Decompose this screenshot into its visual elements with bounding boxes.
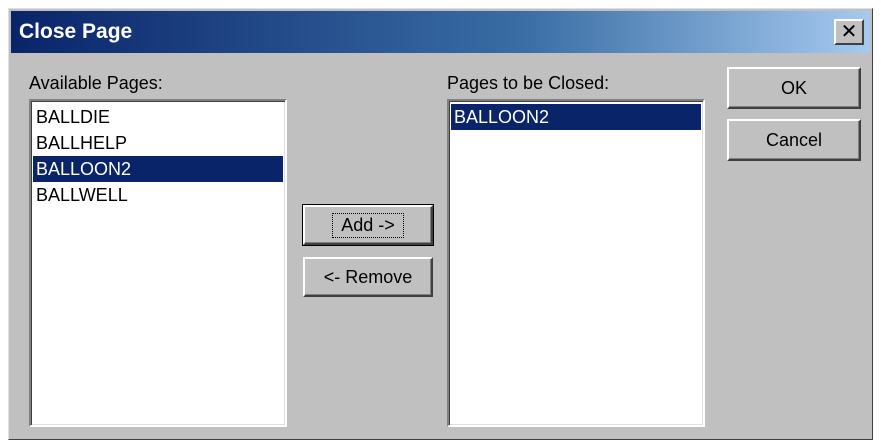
available-pages-label: Available Pages: — [29, 73, 163, 93]
pages-to-be-closed-list[interactable]: BALLOON2 — [447, 99, 705, 427]
add-button[interactable]: Add -> — [302, 204, 434, 246]
title-bar[interactable]: Close Page ✕ — [11, 11, 870, 53]
close-icon[interactable]: ✕ — [834, 19, 864, 45]
ok-button[interactable]: OK — [727, 67, 861, 109]
cancel-button[interactable]: Cancel — [727, 119, 861, 161]
list-item-selected[interactable]: BALLOON2 — [33, 156, 283, 182]
remove-button[interactable]: <- Remove — [303, 257, 433, 297]
add-button-label: Add -> — [332, 212, 404, 238]
close-page-dialog: Close Page ✕ Available Pages: BALLDIE BA… — [8, 8, 873, 440]
pages-to-be-closed-label: Pages to be Closed: — [447, 73, 610, 93]
dialog-title: Close Page — [19, 20, 133, 43]
available-pages-list[interactable]: BALLDIE BALLHELP BALLOON2 BALLWELL — [29, 99, 287, 427]
list-item[interactable]: BALLHELP — [33, 130, 283, 156]
list-item[interactable]: BALLDIE — [33, 104, 283, 130]
list-item[interactable]: BALLWELL — [33, 182, 283, 208]
list-item-selected[interactable]: BALLOON2 — [451, 104, 701, 130]
